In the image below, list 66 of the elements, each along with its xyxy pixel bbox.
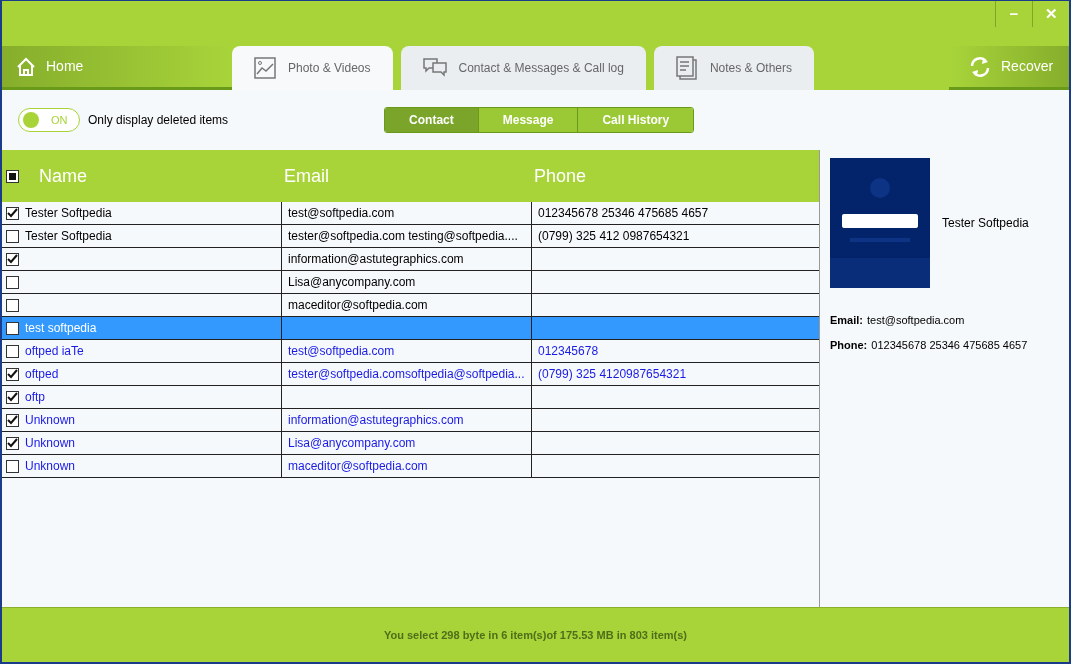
row-checkbox[interactable] <box>6 275 19 289</box>
table-row[interactable]: Unknown Lisa@anycompany.com <box>2 432 819 455</box>
tab[interactable]: Photo & Videos <box>232 46 393 90</box>
table-row[interactable]: Lisa@anycompany.com <box>2 271 819 294</box>
field-value: test@softpedia.com <box>867 313 965 328</box>
name-cell-text: Unknown <box>25 412 76 429</box>
tab[interactable]: Notes & Others <box>653 46 814 90</box>
house-icon <box>16 56 36 77</box>
tab[interactable]: Contact & Messages & Call log <box>400 46 646 90</box>
row-checkbox[interactable] <box>6 459 19 473</box>
name-cell-text: Unknown <box>25 458 76 475</box>
phone-cell-text: 012345678 25346 475685 4657 <box>538 205 709 222</box>
contact-name: Tester Softpedia <box>942 215 1029 232</box>
field-label: Phone: <box>830 337 868 353</box>
table-row[interactable]: test softpedia <box>2 317 819 340</box>
row-checkbox[interactable] <box>6 252 19 266</box>
name-cell-text: test softpedia <box>25 320 97 337</box>
status-text: You select 298 byte in 6 item(s)of 175.53 MB in 803 item(s) <box>2 607 1069 662</box>
name-cell-text: Unknown <box>25 435 76 452</box>
email-cell-text: tester@softpedia.com testing@softpedia.... <box>288 228 518 245</box>
chat-icon <box>422 57 447 79</box>
email-cell-text: Lisa@anycompany.com <box>288 435 416 452</box>
email-cell-text: information@astutegraphics.com <box>288 251 464 268</box>
row-checkbox[interactable] <box>6 390 19 404</box>
select-all-checkbox[interactable] <box>6 169 19 183</box>
email-cell-text: maceditor@softpedia.com <box>288 297 428 314</box>
table-row[interactable]: oftped iaTe test@softpedia.com 012345678 <box>2 340 819 363</box>
row-checkbox[interactable] <box>6 298 19 312</box>
email-cell-text: test@softpedia.com <box>288 205 395 222</box>
row-checkbox[interactable] <box>6 436 19 450</box>
segment-button[interactable]: Contact <box>385 108 479 132</box>
row-checkbox[interactable] <box>6 413 19 427</box>
row-checkbox[interactable] <box>6 229 19 243</box>
email-cell-text: maceditor@softpedia.com <box>288 458 428 475</box>
phone-cell-text: (0799) 325 4120987654321 <box>538 366 687 383</box>
row-checkbox[interactable] <box>6 206 19 220</box>
email-cell-text: information@astutegraphics.com <box>288 412 464 429</box>
table-row[interactable]: Tester Softpedia tester@softpedia.com testing@softpedia.... (0799) 325 412 0987654321 <box>2 225 819 248</box>
phone-cell-text: 012345678 <box>538 343 599 360</box>
email-cell-text: test@softpedia.com <box>288 343 395 360</box>
table-row[interactable]: Tester Softpedia test@softpedia.com 012345678 25346 475685 4657 <box>2 202 819 225</box>
table-row[interactable]: Unknown maceditor@softpedia.com <box>2 455 819 478</box>
field-value: 012345678 25346 475685 4657 <box>871 337 1028 353</box>
toggle-label: Only display deleted items <box>88 112 229 129</box>
name-cell-text: Tester Softpedia <box>25 205 112 222</box>
row-checkbox[interactable] <box>6 321 19 335</box>
table-row[interactable]: oftped tester@softpedia.comsoftpedia@softpedia... (0799) 325 4120987654321 <box>2 363 819 386</box>
name-cell-text: oftped <box>25 366 59 383</box>
table-row[interactable]: oftp <box>2 386 819 409</box>
email-cell-text: Lisa@anycompany.com <box>288 274 416 291</box>
name-cell-text: oftped iaTe <box>25 343 84 360</box>
column-header: Email <box>284 165 329 186</box>
name-cell-text: Tester Softpedia <box>25 228 112 245</box>
column-header: Phone <box>534 165 587 186</box>
field-label: Email: <box>830 313 863 328</box>
table-row[interactable]: Unknown information@astutegraphics.com <box>2 409 819 432</box>
table-row[interactable]: information@astutegraphics.com <box>2 248 819 271</box>
name-cell-text: oftp <box>25 389 45 406</box>
image-icon <box>254 57 276 79</box>
column-header: Name <box>39 164 87 188</box>
row-checkbox[interactable] <box>6 344 19 358</box>
row-checkbox[interactable] <box>6 367 19 381</box>
refresh-icon <box>969 55 991 78</box>
email-cell-text: tester@softpedia.comsoftpedia@softpedia... <box>288 366 525 383</box>
phone-cell-text: (0799) 325 412 0987654321 <box>538 228 690 245</box>
document-icon <box>675 56 698 80</box>
